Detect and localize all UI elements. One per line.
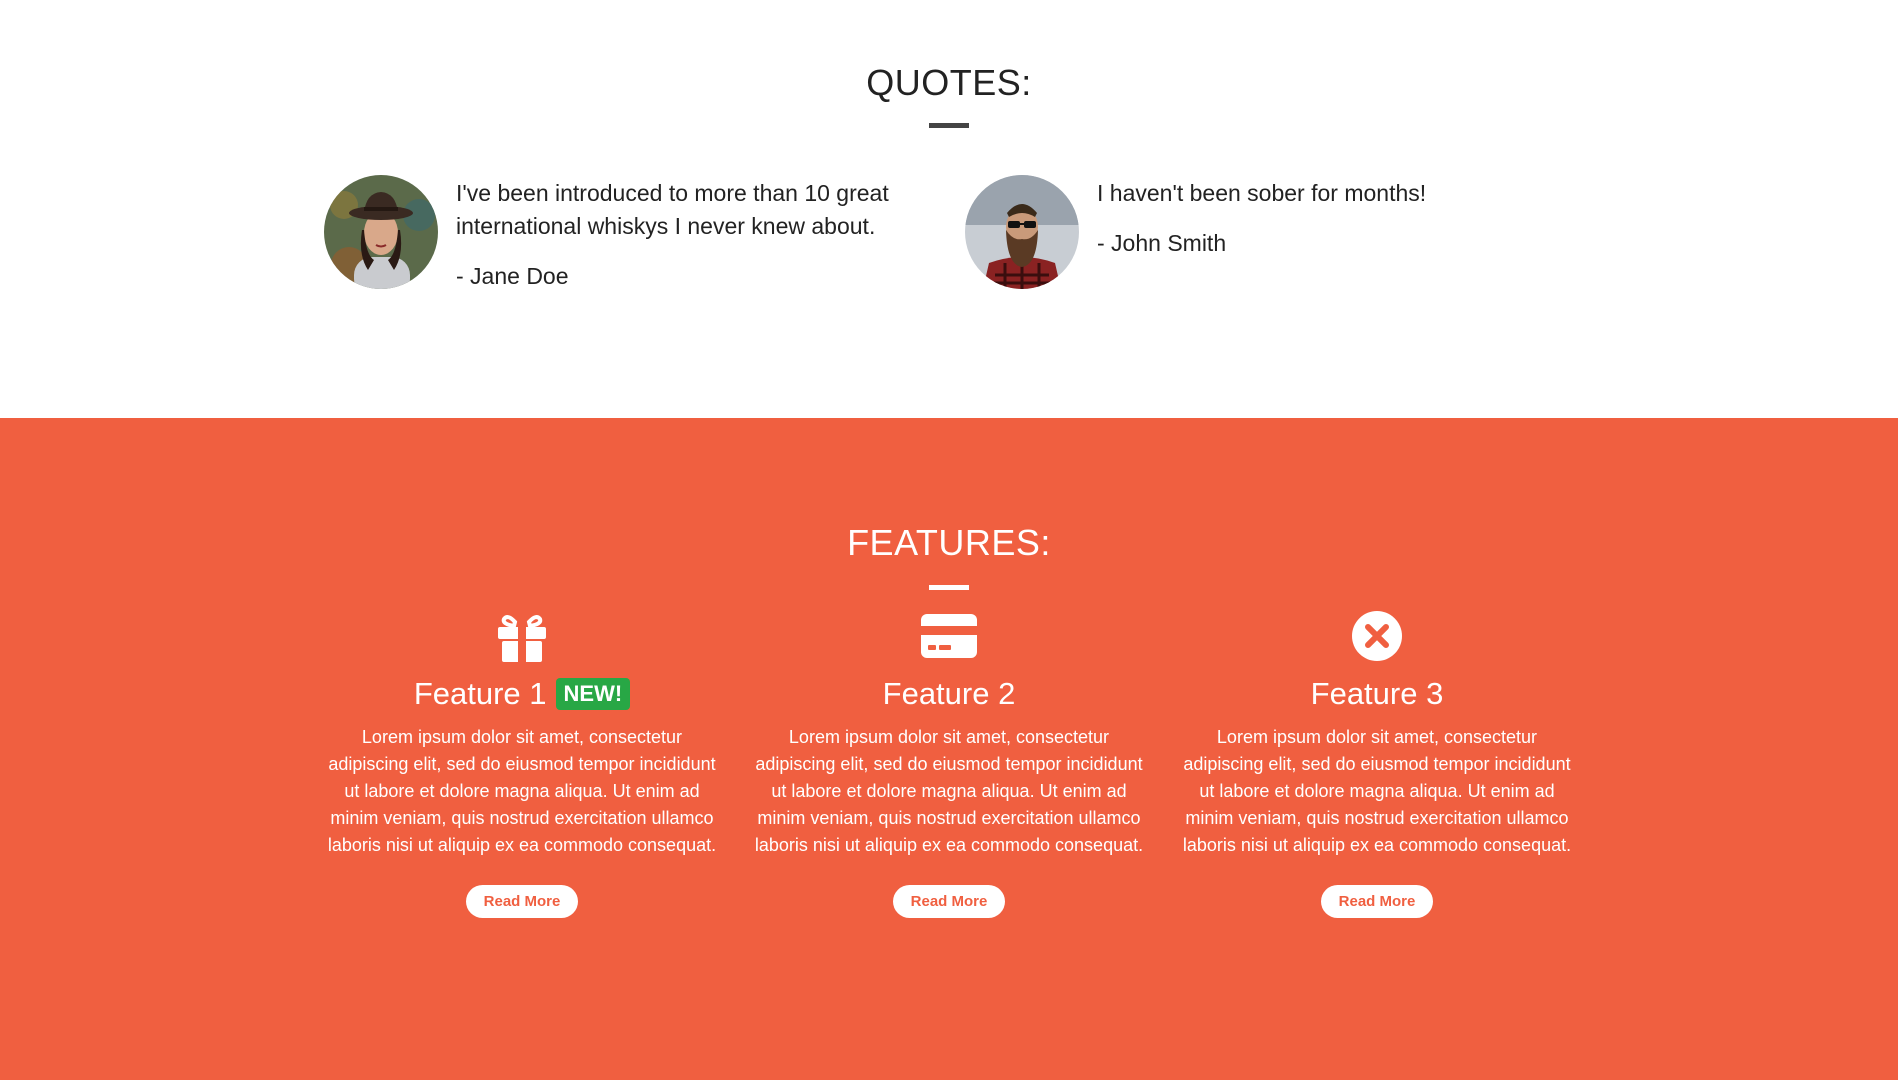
new-badge: NEW! xyxy=(555,678,631,710)
feature-description: Lorem ipsum dolor sit amet, consectetur … xyxy=(327,727,717,855)
read-more-button[interactable]: Read More xyxy=(892,885,1006,918)
times-circle-icon xyxy=(1352,611,1402,661)
avatar xyxy=(324,175,438,289)
quote-text: I've been introduced to more than 10 gre… xyxy=(456,180,889,239)
read-more-button[interactable]: Read More xyxy=(1320,885,1434,918)
feature-title: Feature 3 xyxy=(1310,676,1444,711)
read-more-button[interactable]: Read More xyxy=(465,885,579,918)
quote-item: I've been introduced to more than 10 gre… xyxy=(324,175,924,293)
feature-description: Lorem ipsum dolor sit amet, consectetur … xyxy=(1182,727,1572,855)
feature-card: Feature 2 Lorem ipsum dolor sit amet, co… xyxy=(749,608,1149,918)
quotes-title: QUOTES: xyxy=(866,62,1032,103)
features-section: FEATURES: Feature 1 NEW! Lorem ipsum dol… xyxy=(0,418,1898,1080)
quote-author: - Jane Doe xyxy=(456,263,569,289)
credit-card-icon xyxy=(921,614,977,658)
features-title: FEATURES: xyxy=(847,522,1051,563)
quotes-section: QUOTES: I've been introduced to more tha… xyxy=(0,0,1898,418)
feature-title: Feature 1 xyxy=(413,676,547,711)
avatar xyxy=(965,175,1079,289)
feature-card: Feature 1 NEW! Lorem ipsum dolor sit ame… xyxy=(322,608,722,918)
feature-card: Feature 3 Lorem ipsum dolor sit amet, co… xyxy=(1177,608,1577,918)
bearded-man-sunglasses-photo xyxy=(965,175,1079,289)
quotes-divider xyxy=(929,123,969,128)
woman-in-hat-photo xyxy=(324,175,438,289)
feature-description: Lorem ipsum dolor sit amet, consectetur … xyxy=(754,727,1144,855)
features-divider xyxy=(929,585,969,590)
quote-text: I haven't been sober for months! xyxy=(1097,180,1427,206)
gift-icon xyxy=(498,615,546,662)
feature-title: Feature 2 xyxy=(882,676,1016,711)
quote-item: I haven't been sober for months! - John … xyxy=(965,175,1565,289)
quote-author: - John Smith xyxy=(1097,230,1227,256)
